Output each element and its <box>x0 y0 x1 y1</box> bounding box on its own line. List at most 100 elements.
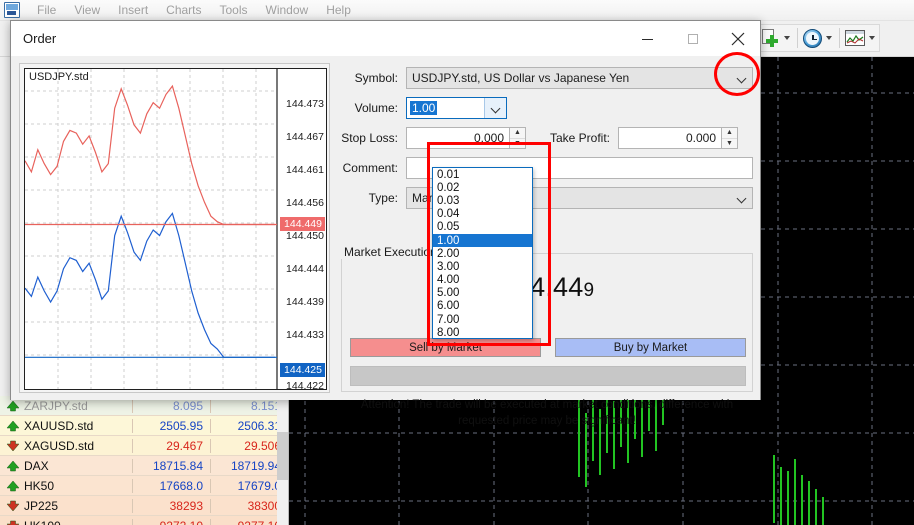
menu-item-file[interactable]: File <box>28 1 65 19</box>
menu-item-charts[interactable]: Charts <box>157 1 210 19</box>
stepper-up-icon[interactable]: ▲ <box>722 128 737 139</box>
price-line-ask <box>25 84 275 226</box>
volume-option[interactable]: 6.00 <box>433 300 532 313</box>
timeframe-dropdown-arrow-icon[interactable] <box>826 36 832 40</box>
volume-option[interactable]: 8.00 <box>433 326 532 338</box>
maximize-button[interactable] <box>670 21 715 57</box>
market-watch-row[interactable]: UK1009272.109277.10 <box>0 516 288 525</box>
stepper-up-icon[interactable]: ▲ <box>510 128 525 139</box>
takeprofit-label: Take Profit: <box>549 131 610 145</box>
order-preview-chart[interactable]: USDJPY.std 144.473 144.467 144.461 144.4… <box>19 63 330 393</box>
market-watch-rows: ZARJPY.std 8.095 8.151 XAUUSD.std 2505.95 250… <box>0 396 288 525</box>
symbol-dropdown-button[interactable] <box>730 68 752 88</box>
toolbar-separator <box>797 28 798 48</box>
volume-label: Volume: <box>354 101 398 115</box>
menu-item-window[interactable]: Window <box>257 1 318 19</box>
market-watch-row[interactable]: XAGUSD.std 29.467 29.506 <box>0 436 288 456</box>
market-watch-symbol: ZARJPY.std <box>24 398 88 413</box>
window-controls <box>625 21 760 57</box>
market-execution-title: Market Execution <box>340 245 441 259</box>
order-progress-bar <box>350 366 746 386</box>
volume-option[interactable]: 2.00 <box>433 247 532 260</box>
timeframe-button[interactable] <box>801 28 824 49</box>
volume-select[interactable]: 1.00 <box>406 97 507 119</box>
order-form: Symbol: USDJPY.std, US Dollar vs Japanes… <box>341 67 753 217</box>
type-dropdown-button[interactable] <box>730 188 752 208</box>
stepper-down-icon[interactable]: ▼ <box>510 139 525 149</box>
ask-price-badge: 144.449 <box>280 217 325 231</box>
symbol-row: Symbol: USDJPY.std, US Dollar vs Japanes… <box>341 67 753 89</box>
market-watch-symbol: UK100 <box>24 519 132 525</box>
volume-option[interactable]: 0.01 <box>433 168 532 181</box>
market-watch-symbol: XAUUSD.std <box>24 418 94 433</box>
market-watch-symbol: JP225 <box>24 498 59 513</box>
symbol-label: Symbol: <box>354 71 398 85</box>
price-axis-tick: 144.461 <box>286 164 324 176</box>
market-watch-bid: 8.095 <box>132 398 210 413</box>
dialog-title: Order <box>23 31 57 46</box>
chevron-down-icon <box>491 104 500 113</box>
order-dialog[interactable]: Order USDJPY.std 144.473 144.467 144.461… <box>10 20 761 427</box>
new-chart-button[interactable] <box>758 27 782 49</box>
comment-label: Comment: <box>342 161 398 175</box>
market-watch-bid: 9272.10 <box>132 518 210 525</box>
volume-option[interactable]: 7.00 <box>433 313 532 326</box>
volume-option[interactable]: 4.00 <box>433 274 532 287</box>
volume-row: Volume: 1.00 <box>341 97 753 119</box>
bid-price-badge: 144.425 <box>280 363 325 377</box>
market-watch-row[interactable]: DAX 18715.84 18719.94 <box>0 456 288 476</box>
market-watch-row[interactable]: HK50 17668.0 17679.0 <box>0 476 288 496</box>
takeprofit-stepper[interactable]: ▲ ▼ <box>722 127 738 149</box>
price-line-bid <box>25 212 275 358</box>
order-preview-chart-canvas: USDJPY.std 144.473 144.467 144.461 144.4… <box>24 68 327 390</box>
volume-option[interactable]: 0.05 <box>433 221 532 234</box>
arrow-up-icon <box>6 460 20 472</box>
takeprofit-input[interactable]: 0.000 <box>618 127 722 149</box>
minimize-button[interactable] <box>625 21 670 57</box>
chart-type-dropdown-arrow-icon[interactable] <box>869 36 875 40</box>
chart-window-icon <box>845 30 865 46</box>
market-watch-bid: 17668.0 <box>132 478 210 493</box>
volume-option[interactable]: 0.02 <box>433 181 532 194</box>
market-watch-symbol: HK50 <box>24 478 55 493</box>
price-axis-tick: 144.473 <box>286 98 324 110</box>
sell-by-market-button[interactable]: Sell by Market <box>350 338 541 357</box>
price-axis-tick: 144.433 <box>286 329 324 341</box>
minimize-icon <box>642 38 653 40</box>
volume-option[interactable]: 5.00 <box>433 287 532 300</box>
stepper-down-icon[interactable]: ▼ <box>722 139 737 149</box>
volume-option[interactable]: 0.04 <box>433 208 532 221</box>
symbol-select[interactable]: USDJPY.std, US Dollar vs Japanese Yen <box>406 67 753 89</box>
arrow-down-icon <box>6 520 20 525</box>
attention-message: Attention! The trade will be executed at… <box>360 399 734 427</box>
scrollbar-thumb[interactable] <box>277 432 288 480</box>
close-button[interactable] <box>715 21 760 57</box>
menu-item-help[interactable]: Help <box>317 1 360 19</box>
menu-bar: File View Insert Charts Tools Window Hel… <box>0 0 914 21</box>
chart-symbol-label: USDJPY.std <box>29 71 89 83</box>
price-axis-tick: 144.439 <box>286 296 324 308</box>
menu-item-tools[interactable]: Tools <box>211 1 257 19</box>
volume-option[interactable]: 0.03 <box>433 194 532 207</box>
stoploss-stepper[interactable]: ▲ ▼ <box>510 127 526 149</box>
volume-dropdown-list[interactable]: 0.01 0.02 0.03 0.04 0.05 1.00 2.00 3.00 4.00 5.00… <box>432 167 533 339</box>
stoploss-input[interactable]: 0.000 <box>406 127 510 149</box>
buy-by-market-button[interactable]: Buy by Market <box>555 338 746 357</box>
menu-item-view[interactable]: View <box>65 1 109 19</box>
market-watch-row[interactable]: XAUUSD.std 2505.95 2506.31 <box>0 416 288 436</box>
price-axis-tick: 144.456 <box>286 197 324 209</box>
volume-option[interactable]: 3.00 <box>433 260 532 273</box>
menu-item-insert[interactable]: Insert <box>109 1 157 19</box>
new-chart-dropdown-arrow-icon[interactable] <box>784 36 790 40</box>
market-watch-row[interactable]: JP225 38293 38300 <box>0 496 288 516</box>
dialog-title-bar[interactable]: Order <box>11 21 760 57</box>
current-price-display: 144.449 <box>342 272 752 303</box>
chart-type-button[interactable] <box>843 29 867 47</box>
close-icon <box>731 32 744 46</box>
market-watch-panel[interactable]: ZARJPY.std 8.095 8.151 XAUUSD.std 2505.95 250… <box>0 396 289 525</box>
volume-option[interactable]: 1.00 <box>433 233 532 248</box>
symbol-value: USDJPY.std, US Dollar vs Japanese Yen <box>412 71 630 85</box>
volume-dropdown-button[interactable] <box>484 98 506 118</box>
market-watch-bid: 38293 <box>132 498 210 513</box>
market-watch-scrollbar[interactable] <box>277 396 288 525</box>
